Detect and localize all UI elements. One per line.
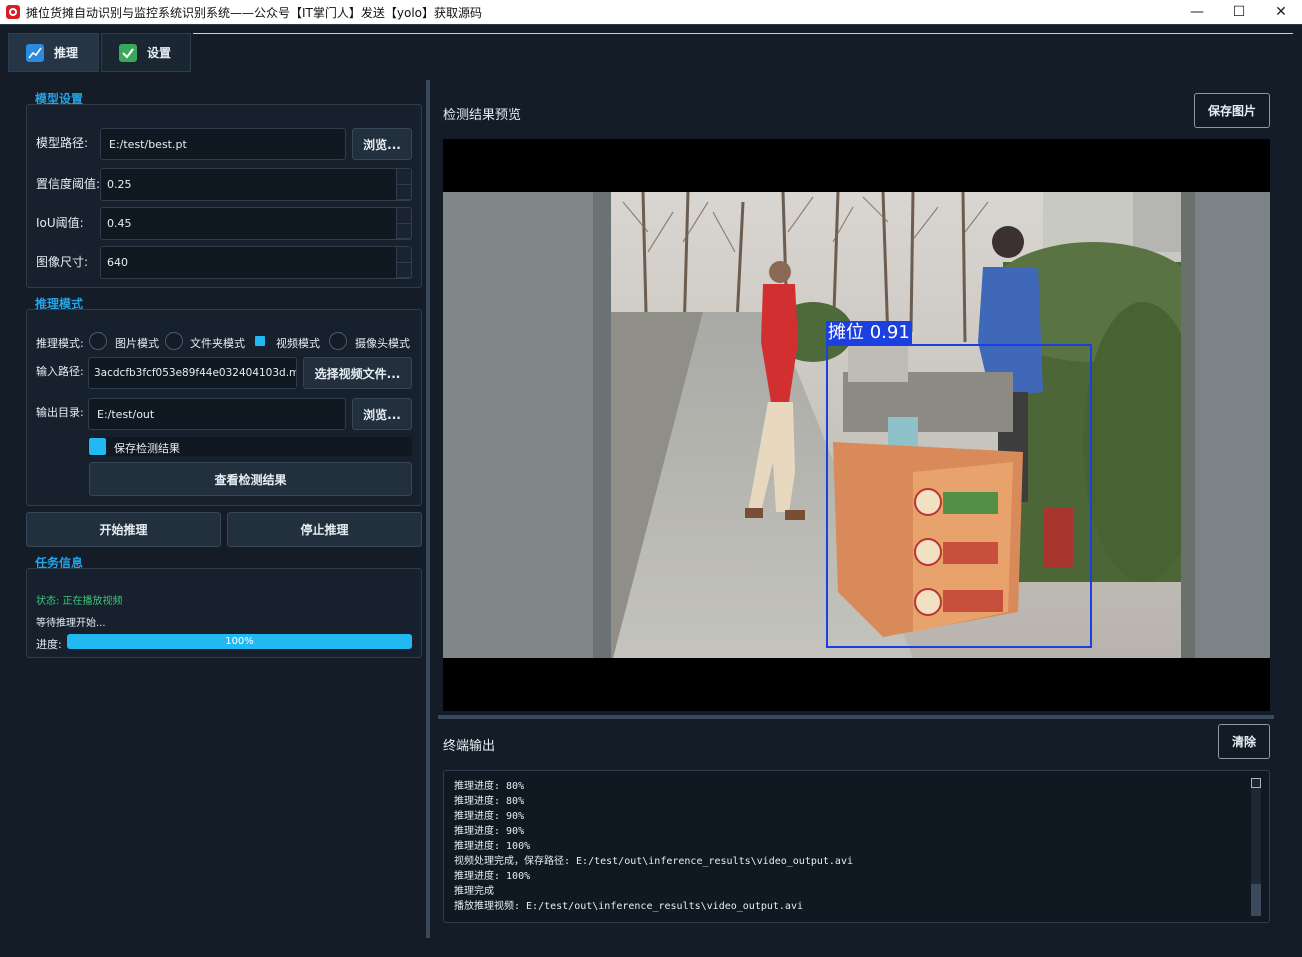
input-path-field[interactable]: 3acdcfb3fcf053e89f44e032404103d.mp4: [88, 357, 297, 389]
spin-arrows[interactable]: [396, 247, 411, 278]
model-path-label: 模型路径:: [36, 136, 89, 150]
preview-title: 检测结果预览: [443, 108, 522, 123]
clear-button[interactable]: 清除: [1218, 724, 1270, 759]
terminal-line: 推理进度: 80%: [454, 781, 525, 792]
terminal-line: 推理进度: 100%: [454, 871, 531, 882]
radio-camera-mode-label: 摄像头模式: [355, 337, 410, 350]
progress-bar: 100%: [67, 634, 412, 649]
detection-label: 摊位 0.91: [826, 321, 912, 344]
output-dir-label: 输出目录:: [36, 406, 84, 419]
horizontal-splitter[interactable]: [438, 715, 1274, 719]
conf-threshold-value: 0.25: [107, 178, 132, 191]
terminal-scrollbar[interactable]: [1251, 778, 1261, 916]
radio-camera-mode[interactable]: [329, 332, 347, 350]
scroll-up-arrow-icon[interactable]: [1251, 778, 1261, 788]
terminal-line: 推理完成: [454, 886, 494, 897]
radio-image-mode-label: 图片模式: [115, 337, 159, 350]
conf-threshold-label: 置信度阈值:: [36, 177, 101, 191]
save-results-row[interactable]: 保存检测结果: [88, 437, 412, 456]
output-dir-field[interactable]: E:/test/out: [88, 398, 346, 430]
radio-folder-mode[interactable]: [165, 332, 183, 350]
spin-arrows[interactable]: [396, 208, 411, 239]
radio-video-mode-label: 视频模式: [276, 337, 320, 350]
mode-label: 推理模式:: [36, 337, 84, 350]
progress-text: 100%: [225, 636, 254, 647]
vertical-splitter[interactable]: [426, 80, 430, 938]
maximize-button[interactable]: ☐: [1218, 0, 1260, 24]
tab-inference[interactable]: 推理: [8, 33, 99, 72]
app-icon: [6, 5, 20, 19]
view-results-button[interactable]: 查看检测结果: [89, 462, 412, 496]
terminal-output[interactable]: 推理进度: 80% 推理进度: 80% 推理进度: 90% 推理进度: 90% …: [443, 770, 1270, 923]
terminal-line: 推理进度: 80%: [454, 796, 525, 807]
radio-video-mode[interactable]: [251, 332, 269, 350]
save-results-label: 保存检测结果: [114, 442, 180, 455]
tab-settings[interactable]: 设置: [101, 33, 191, 72]
image-size-label: 图像尺寸:: [36, 255, 89, 269]
window-controls: — ☐ ✕: [1176, 0, 1302, 24]
tab-bar-line: [193, 33, 1293, 34]
terminal-line: 推理进度: 90%: [454, 811, 525, 822]
divider: [0, 24, 1302, 25]
image-size-value: 640: [107, 256, 128, 269]
model-path-input[interactable]: E:/test/best.pt: [100, 128, 346, 160]
stop-inference-button[interactable]: 停止推理: [227, 512, 422, 547]
terminal-line: 视频处理完成，保存路径: E:/test/out\inference_resul…: [454, 856, 853, 867]
window-title: 摊位货摊自动识别与监控系统识别系统——公众号【IT掌门人】发送【yolo】获取源…: [26, 5, 482, 20]
preview-display: 摊位 0.91: [443, 139, 1270, 711]
waiting-text: 等待推理开始...: [36, 618, 106, 629]
output-browse-button[interactable]: 浏览...: [352, 398, 412, 430]
save-results-checkbox[interactable]: [89, 438, 106, 455]
terminal-line: 推理进度: 100%: [454, 841, 531, 852]
save-image-button[interactable]: 保存图片: [1194, 93, 1270, 128]
start-inference-button[interactable]: 开始推理: [26, 512, 221, 547]
tab-settings-label: 设置: [147, 46, 172, 60]
chart-icon: [26, 43, 44, 62]
spin-arrows[interactable]: [396, 169, 411, 200]
detection-bounding-box: [826, 344, 1092, 648]
checkmark-icon: [119, 43, 137, 62]
terminal-line: 推理进度: 90%: [454, 826, 525, 837]
title-bar: 摊位货摊自动识别与监控系统识别系统——公众号【IT掌门人】发送【yolo】获取源…: [0, 0, 1302, 24]
close-button[interactable]: ✕: [1260, 0, 1302, 24]
iou-threshold-label: IoU阈值:: [36, 216, 84, 230]
iou-threshold-value: 0.45: [107, 217, 132, 230]
model-browse-button[interactable]: 浏览...: [352, 128, 412, 160]
image-size-spinbox[interactable]: 640: [100, 246, 412, 279]
select-video-button[interactable]: 选择视频文件...: [303, 357, 412, 389]
radio-folder-mode-label: 文件夹模式: [190, 337, 245, 350]
input-path-label: 输入路径:: [36, 365, 84, 378]
minimize-button[interactable]: —: [1176, 0, 1218, 24]
tab-inference-label: 推理: [54, 46, 79, 60]
status-text: 状态: 正在播放视频: [36, 596, 123, 607]
iou-threshold-spinbox[interactable]: 0.45: [100, 207, 412, 240]
terminal-title: 终端输出: [443, 739, 496, 754]
terminal-line: 播放推理视频: E:/test/out\inference_results\vi…: [454, 901, 803, 912]
progress-label: 进度:: [36, 638, 62, 651]
scroll-thumb[interactable]: [1251, 884, 1261, 916]
conf-threshold-spinbox[interactable]: 0.25: [100, 168, 412, 201]
radio-image-mode[interactable]: [89, 332, 107, 350]
video-frame: 摊位 0.91: [443, 192, 1270, 658]
